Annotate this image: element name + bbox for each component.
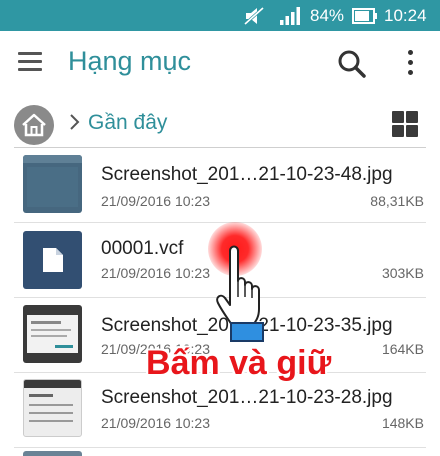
screenshot-thumb-icon — [23, 155, 82, 213]
file-date: 21/09/2016 10:23 — [101, 265, 210, 281]
screenshot-thumb-icon — [23, 305, 82, 363]
file-size: 164KB — [381, 341, 424, 357]
more-vert-icon[interactable] — [400, 47, 420, 81]
screenshot-thumb-icon — [23, 379, 82, 437]
list-item[interactable]: Screenshot_201…21-10-23-48.jpg 21/09/201… — [0, 148, 440, 223]
search-icon[interactable] — [337, 49, 367, 79]
partial-thumb — [23, 451, 82, 456]
home-icon[interactable] — [14, 105, 54, 145]
row-divider — [14, 447, 426, 448]
battery-percent: 84% — [310, 5, 345, 25]
status-time: 10:24 — [384, 5, 427, 25]
menu-icon[interactable] — [18, 52, 42, 72]
document-icon — [23, 231, 82, 289]
breadcrumb-current[interactable]: Gần đây — [88, 111, 167, 135]
battery-icon — [352, 0, 378, 31]
status-bar: 84% 10:24 — [0, 0, 440, 31]
pointing-hand-icon — [212, 245, 272, 345]
grid-view-icon[interactable] — [392, 111, 418, 137]
mute-icon — [243, 0, 267, 31]
signal-icon — [280, 0, 302, 31]
app-bar: Hạng mục — [0, 31, 440, 97]
list-item[interactable]: Screenshot_201…21-10-23-28.jpg 21/09/201… — [0, 373, 440, 448]
file-name: Screenshot_201…21-10-23-28.jpg — [101, 387, 393, 408]
file-size: 88,31KB — [370, 193, 424, 209]
file-size: 303KB — [381, 265, 424, 281]
file-name: Screenshot_201…21-10-23-48.jpg — [101, 164, 393, 185]
file-date: 21/09/2016 10:23 — [101, 193, 210, 209]
file-name: 00001.vcf — [101, 238, 184, 259]
file-size: 148KB — [381, 415, 424, 431]
page-title: Hạng mục — [68, 46, 192, 76]
overlay-caption: Bấm và giữ — [146, 344, 332, 382]
breadcrumb: Gần đây — [0, 97, 440, 147]
file-date: 21/09/2016 10:23 — [101, 415, 210, 431]
chevron-right-icon — [68, 111, 82, 133]
